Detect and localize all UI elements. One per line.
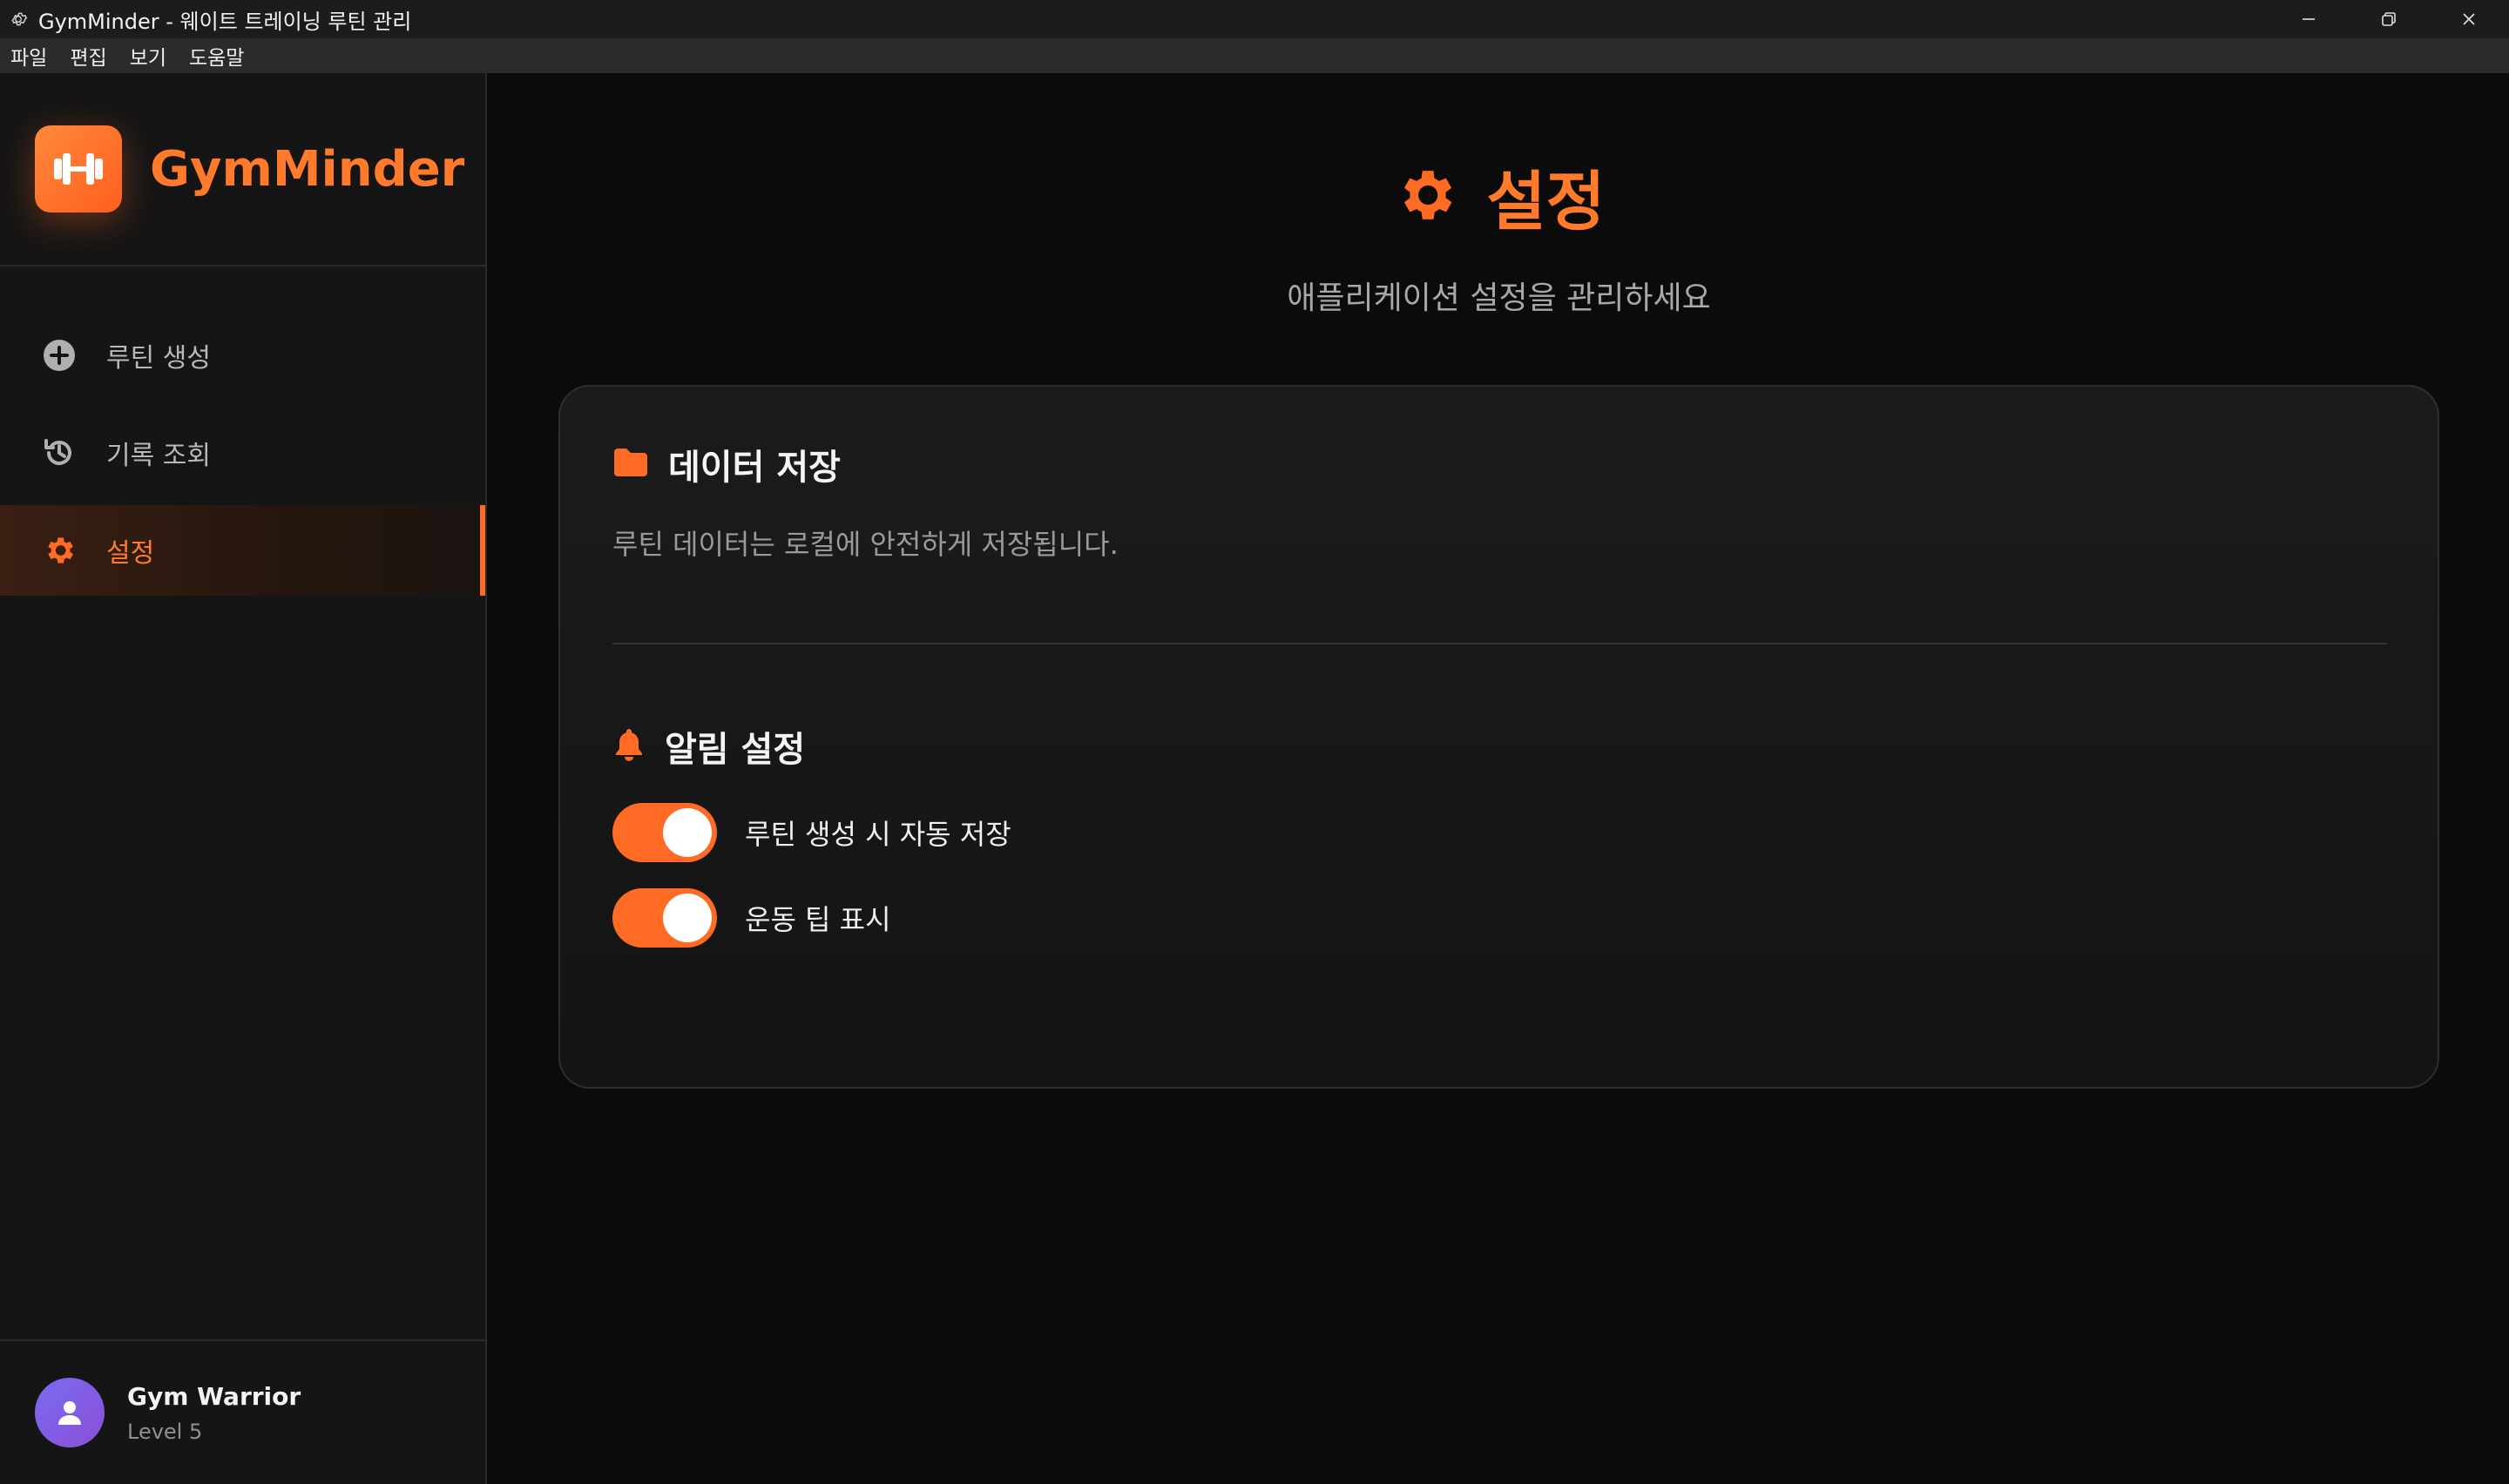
restore-button[interactable]: [2349, 0, 2429, 38]
sidebar-item-history[interactable]: 기록 조회: [0, 408, 485, 498]
minimize-button[interactable]: [2269, 0, 2349, 38]
user-level: Level 5: [127, 1419, 203, 1444]
menu-help[interactable]: 도움말: [189, 41, 244, 71]
restore-icon: [2382, 12, 2396, 26]
data-storage-section: 데이터 저장: [612, 439, 2385, 489]
menu-file[interactable]: 파일: [10, 41, 47, 71]
user-name: Gym Warrior: [127, 1381, 301, 1411]
user-icon: [58, 1401, 81, 1425]
menu-view[interactable]: 보기: [130, 41, 166, 71]
sidebar-item-create-routine[interactable]: 루틴 생성: [0, 310, 485, 401]
sidebar-nav: 루틴 생성 기록 조회 설정: [0, 310, 485, 596]
notification-section: 알림 설정: [612, 721, 2385, 772]
dumbbell-icon: [35, 125, 122, 212]
minimize-icon: [2303, 18, 2315, 20]
sidebar-item-label: 기록 조회: [106, 441, 211, 471]
toggle-knob: [663, 894, 712, 942]
data-storage-title: 데이터 저장: [668, 448, 841, 488]
notification-title: 알림 설정: [665, 730, 806, 770]
close-button[interactable]: [2429, 0, 2509, 38]
sidebar-item-label: 루틴 생성: [106, 343, 211, 374]
window-title: GymMinder - 웨이트 트레이닝 루틴 관리: [38, 9, 412, 34]
workout-tips-label: 운동 팁 표시: [745, 903, 891, 936]
toggle-knob: [663, 808, 712, 857]
avatar: [35, 1378, 105, 1447]
workout-tips-toggle[interactable]: [612, 888, 717, 948]
user-profile[interactable]: Gym Warrior Level 5: [0, 1339, 485, 1484]
workout-tips-setting: 운동 팁 표시: [612, 888, 2385, 948]
auto-save-setting: 루틴 생성 시 자동 저장: [612, 803, 2385, 862]
page-header: 설정 애플리케이션 설정을 관리하세요: [489, 150, 2509, 318]
folder-icon: [612, 447, 649, 482]
settings-gear-icon: [1392, 162, 1458, 232]
menu-bar: 파일 편집 보기 도움말: [0, 38, 2509, 73]
brand: GymMinder: [0, 73, 485, 266]
gear-icon: [42, 533, 77, 568]
menu-edit[interactable]: 편집: [70, 41, 106, 71]
auto-save-label: 루틴 생성 시 자동 저장: [745, 818, 1011, 851]
auto-save-toggle[interactable]: [612, 803, 717, 862]
brand-name: GymMinder: [150, 140, 465, 198]
bell-icon: [612, 727, 646, 766]
main-content: 설정 애플리케이션 설정을 관리하세요 데이터 저장 루틴 데이터는 로컬에 안…: [489, 73, 2509, 1484]
sidebar: GymMinder 루틴 생성 기록 조회 설정 Gym Warrior Lev…: [0, 73, 487, 1484]
page-title: 설정: [1486, 165, 1606, 239]
settings-card: 데이터 저장 루틴 데이터는 로컬에 안전하게 저장됩니다. 알림 설정 루틴 …: [558, 385, 2439, 1089]
title-bar: GymMinder - 웨이트 트레이닝 루틴 관리: [0, 0, 2509, 38]
history-icon: [42, 435, 77, 470]
sidebar-item-settings[interactable]: 설정: [0, 505, 485, 596]
sidebar-item-label: 설정: [106, 538, 155, 569]
app-gear-icon: [7, 8, 30, 30]
close-icon: [2463, 13, 2475, 25]
section-divider: [612, 643, 2387, 644]
data-storage-description: 루틴 데이터는 로컬에 안전하게 저장됩니다.: [612, 528, 1119, 561]
page-subtitle: 애플리케이션 설정을 관리하세요: [1287, 280, 1711, 316]
plus-circle-icon: [42, 338, 77, 373]
